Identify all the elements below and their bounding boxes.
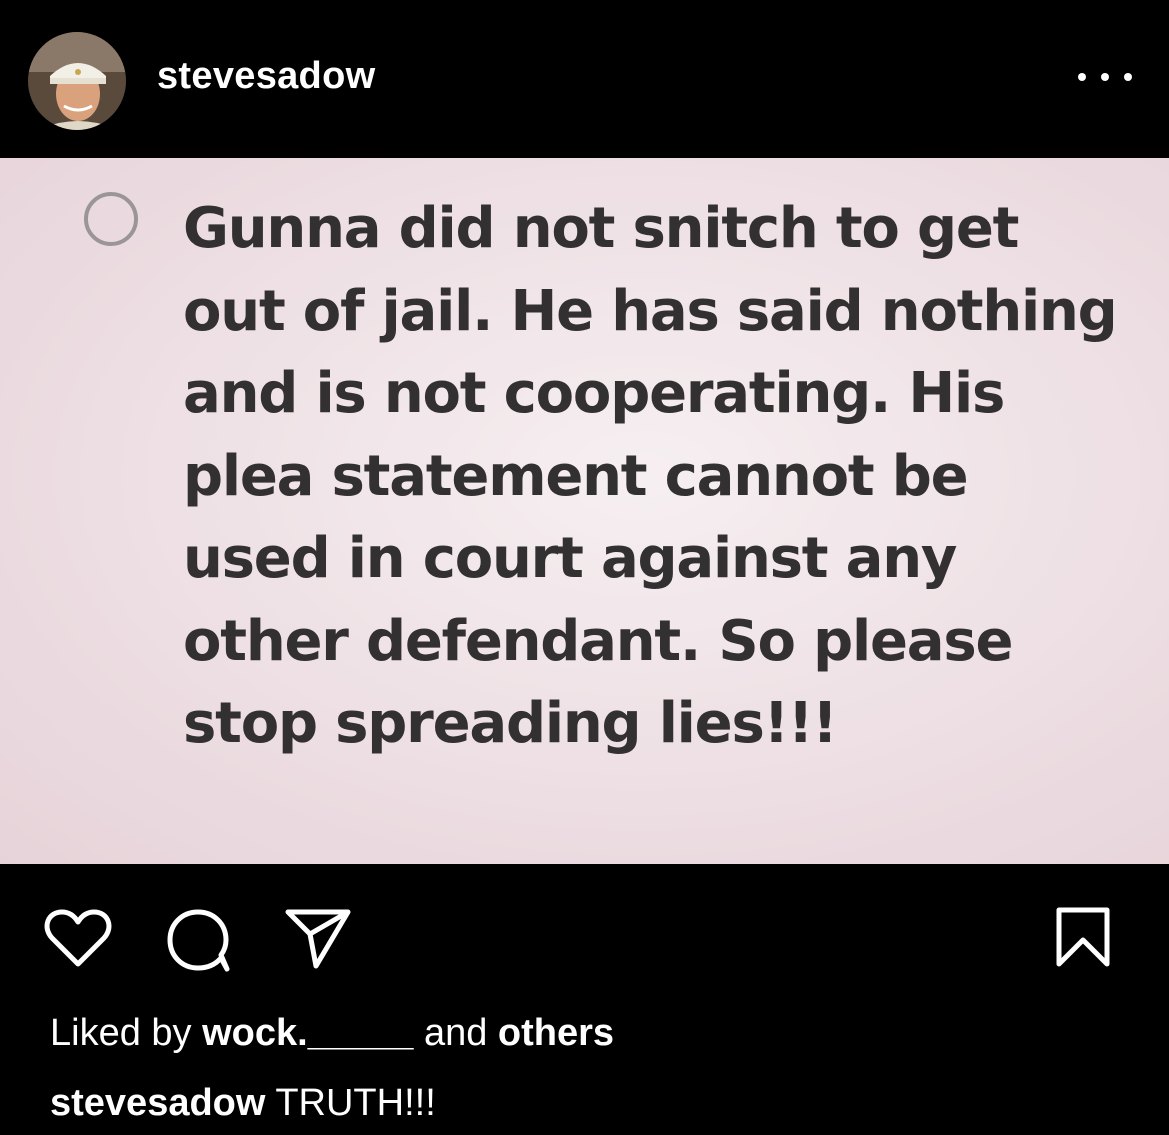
more-horizontal-icon	[1101, 73, 1109, 81]
more-horizontal-icon	[1078, 73, 1086, 81]
note-line: used in court against any	[183, 526, 957, 591]
caption-username-link[interactable]: stevesadow	[50, 1082, 265, 1124]
note-line: stop spreading lies!!!	[183, 691, 838, 756]
note-line: out of jail. He has said nothing	[183, 278, 1118, 344]
post-username[interactable]: stevesadow	[157, 55, 375, 98]
likes-summary[interactable]: Liked by wock._____ and others	[50, 1012, 614, 1055]
likes-others-link[interactable]: others	[498, 1012, 614, 1054]
note-line: plea statement cannot be	[183, 443, 969, 509]
post-caption: stevesadow TRUTH!!!	[50, 1082, 436, 1125]
note-line: other defendant. So please	[183, 608, 1013, 674]
profile-photo	[28, 32, 126, 130]
bookmark-icon[interactable]	[1055, 906, 1111, 968]
likes-middle: and	[423, 1012, 488, 1054]
caption-text: TRUTH!!!	[275, 1082, 436, 1124]
post-image[interactable]: Gunna did not snitch to get out of jail.…	[0, 158, 1169, 864]
more-horizontal-icon	[1124, 73, 1132, 81]
more-options-button[interactable]	[1078, 60, 1132, 94]
heart-icon[interactable]	[44, 908, 112, 968]
action-bar	[0, 864, 1169, 994]
comment-icon[interactable]	[165, 908, 233, 972]
avatar[interactable]	[28, 32, 126, 130]
post-header: stevesadow	[0, 0, 1169, 158]
likes-prefix: Liked by	[50, 1012, 192, 1054]
note-line: Gunna did not snitch to get	[183, 196, 1019, 261]
send-icon[interactable]	[284, 908, 352, 970]
note-text: Gunna did not snitch to get out of jail.…	[183, 188, 1143, 766]
reminder-checkbox-icon	[84, 192, 138, 246]
note-line: and is not cooperating. His	[183, 361, 1005, 426]
liked-by-user-link[interactable]: wock._____	[202, 1012, 413, 1054]
